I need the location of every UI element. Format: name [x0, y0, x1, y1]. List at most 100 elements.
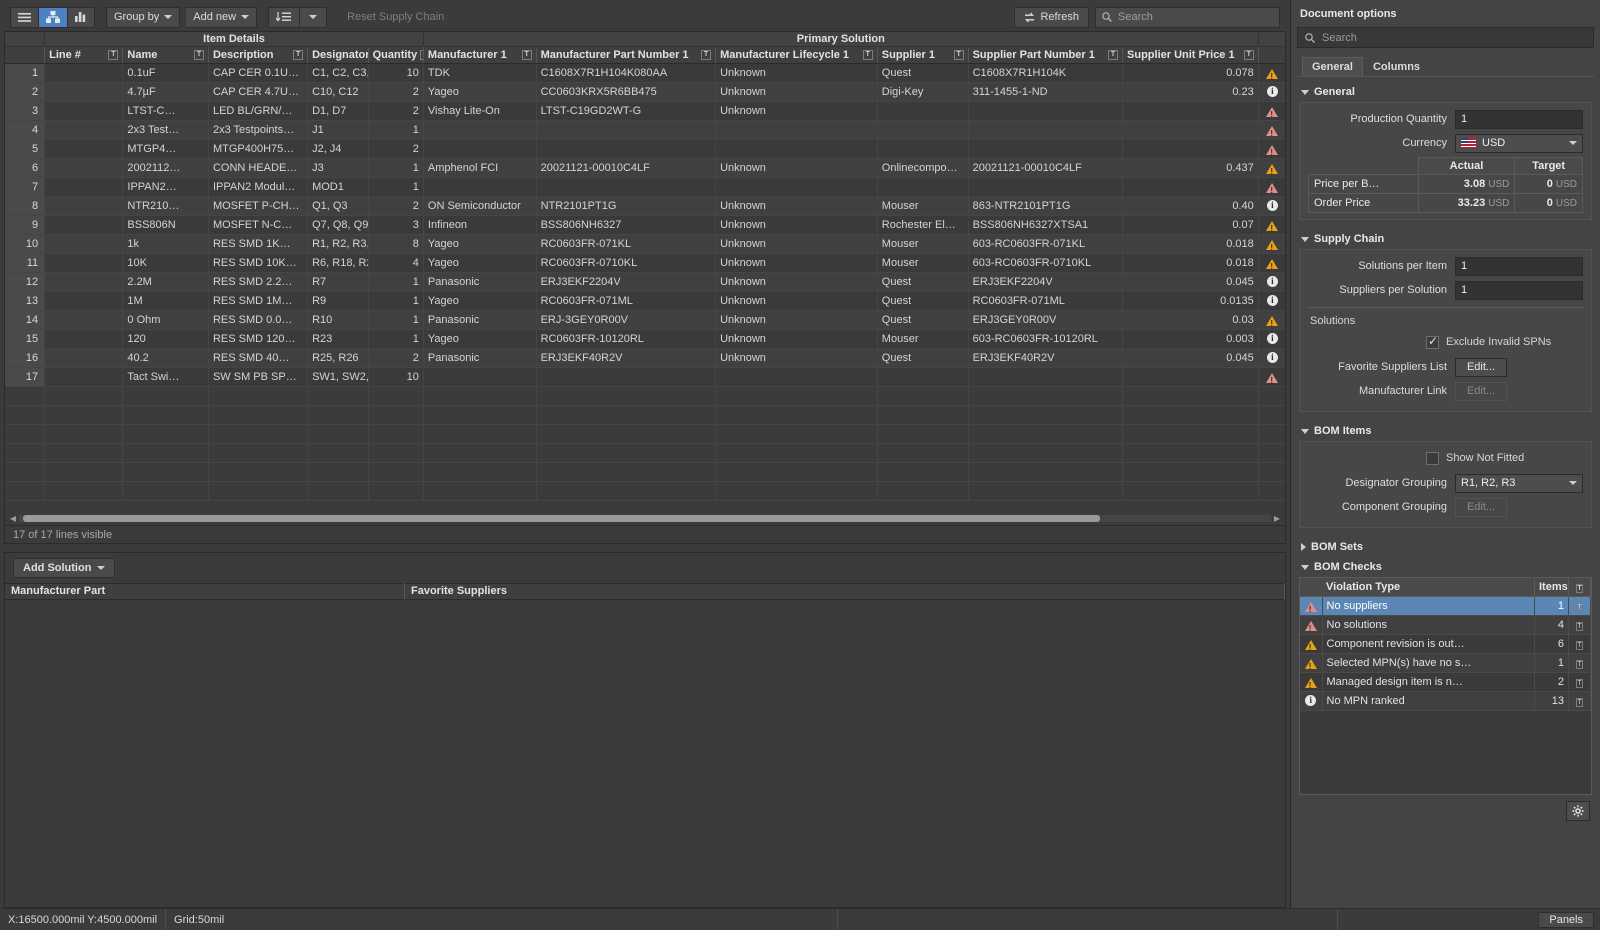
- bom-checks-filter-header[interactable]: T: [1568, 578, 1591, 597]
- production-quantity-input[interactable]: 1: [1455, 109, 1583, 129]
- table-row[interactable]: 10.1uFCAP CER 0.1U…C1, C2, C3, C4…10TDKC…: [5, 63, 1285, 83]
- filter-icon[interactable]: T: [701, 49, 712, 60]
- refresh-button[interactable]: Refresh: [1014, 6, 1089, 28]
- manufacturer-link-edit-button[interactable]: Edit...: [1455, 381, 1507, 401]
- grid-search-input[interactable]: Search: [1095, 6, 1280, 28]
- col-lifecycle[interactable]: Manufacturer Lifecycle 1 T: [715, 46, 878, 64]
- show-not-fitted-checkbox[interactable]: [1426, 451, 1439, 465]
- grid-horizontal-scrollbar[interactable]: ◀ ▶: [5, 512, 1285, 525]
- table-row[interactable]: 12 2.2M RES SMD 2.2… R7 1 Panasonic ERJ3EKF220…: [5, 272, 1285, 292]
- scroll-left-icon[interactable]: ◀: [7, 514, 19, 523]
- chart-view-button[interactable]: [68, 6, 95, 28]
- filter-icon[interactable]: T: [1576, 621, 1583, 631]
- section-bom-checks-header[interactable]: BOM Checks: [1297, 557, 1594, 577]
- filter-icon[interactable]: T: [193, 49, 204, 60]
- designator-grouping-select[interactable]: R1, R2, R3: [1455, 473, 1583, 493]
- bom-check-row[interactable]: No suppliers1T: [1300, 596, 1591, 616]
- bom-grid[interactable]: Item Details Primary Solution Line # T Na…: [4, 31, 1286, 526]
- section-bom-sets-header[interactable]: BOM Sets: [1297, 537, 1594, 557]
- col-name[interactable]: Name T: [122, 46, 209, 64]
- table-row[interactable]: 7 IPPAN2… IPPAN2 Modul… MOD1 1: [5, 177, 1285, 197]
- cell-status-icon[interactable]: i: [1258, 196, 1285, 216]
- filter-icon[interactable]: T: [1576, 583, 1583, 593]
- filter-icon[interactable]: T: [521, 49, 532, 60]
- bom-check-row[interactable]: Selected MPN(s) have no s…1T: [1300, 653, 1591, 673]
- reset-supply-chain-button[interactable]: Reset Supply Chain: [339, 6, 453, 28]
- favorite-suppliers-edit-button[interactable]: Edit...: [1455, 357, 1507, 377]
- filter-icon[interactable]: T: [1576, 640, 1583, 650]
- table-row[interactable]: 3 LTST-C… LED BL/GRN/… D1, D7 2 Vishay Lite-O…: [5, 101, 1285, 121]
- col-spn[interactable]: Supplier Part Number 1 T: [968, 46, 1124, 64]
- filter-icon[interactable]: T: [1243, 49, 1254, 60]
- cell-status-icon[interactable]: [1258, 177, 1285, 197]
- section-supply-chain-header[interactable]: Supply Chain: [1297, 229, 1594, 249]
- bom-check-filter[interactable]: T: [1568, 653, 1591, 673]
- table-row[interactable]: 2 4.7µF CAP CER 4.7U… C10, C12 2 Yageo CC0603K…: [5, 82, 1285, 102]
- bom-check-filter[interactable]: T: [1568, 691, 1591, 711]
- filter-icon[interactable]: T: [108, 49, 119, 60]
- cell-status-icon[interactable]: i: [1258, 348, 1285, 368]
- cell-status-icon[interactable]: [1258, 101, 1285, 121]
- col-quantity[interactable]: QuantityT: [368, 46, 424, 64]
- bom-check-filter[interactable]: T: [1568, 596, 1591, 616]
- sort-dropdown-button[interactable]: [300, 6, 328, 28]
- col-designator[interactable]: DesignatorT: [307, 46, 369, 64]
- bom-check-row[interactable]: i No MPN ranked 13 T: [1300, 691, 1591, 711]
- settings-gear-icon[interactable]: [1566, 801, 1590, 821]
- col-mpn[interactable]: Manufacturer Part Number 1 T: [536, 46, 717, 64]
- table-row[interactable]: 17 Tact Swi…SW SM PB SP…SW1, SW2, S…10: [5, 367, 1285, 387]
- component-grouping-edit-button[interactable]: Edit...: [1455, 497, 1507, 517]
- filter-icon[interactable]: T: [1108, 49, 1119, 60]
- table-row[interactable]: 13 1M RES SMD 1M… R9 1 Yageo RC0603FR-071ML Unk…: [5, 291, 1285, 311]
- scroll-right-icon[interactable]: ▶: [1271, 514, 1283, 523]
- bom-check-row[interactable]: Component revision is out…6T: [1300, 634, 1591, 654]
- table-row[interactable]: 4 2x3 Test… 2x3 Testpoints… J1 1: [5, 120, 1285, 140]
- bom-check-filter[interactable]: T: [1568, 634, 1591, 654]
- supply-chain-view-button[interactable]: [39, 6, 68, 28]
- cell-status-icon[interactable]: [1258, 120, 1285, 140]
- solutions-per-item-input[interactable]: 1: [1455, 256, 1583, 276]
- tab-general[interactable]: General: [1302, 57, 1363, 76]
- add-new-button[interactable]: Add new: [186, 6, 258, 28]
- filter-icon[interactable]: T: [293, 49, 304, 60]
- bom-check-row[interactable]: Managed design item is n…2T: [1300, 672, 1591, 692]
- currency-select[interactable]: USD: [1455, 133, 1583, 153]
- cell-status-icon[interactable]: [1258, 215, 1285, 235]
- table-row[interactable]: 15 120 RES SMD 120… R23 1 Yageo RC0603FR-10120…: [5, 329, 1285, 349]
- cell-status-icon[interactable]: i: [1258, 329, 1285, 349]
- bom-check-filter[interactable]: T: [1568, 672, 1591, 692]
- table-row[interactable]: 16 40.2 RES SMD 40… R25, R26 2 Panasonic ERJ3E…: [5, 348, 1285, 368]
- col-description[interactable]: Description T: [208, 46, 309, 64]
- cell-status-icon[interactable]: i: [1258, 82, 1285, 102]
- table-row[interactable]: 6 2002112… CONN HEADE… J3 1 Amphenol FCI 20021…: [5, 158, 1285, 178]
- col-supplier[interactable]: Supplier 1 T: [877, 46, 969, 64]
- tab-columns[interactable]: Columns: [1363, 57, 1430, 76]
- group-by-button[interactable]: Group by: [106, 6, 181, 28]
- filter-icon[interactable]: T: [953, 49, 964, 60]
- bom-check-filter[interactable]: T: [1568, 615, 1591, 635]
- table-row[interactable]: 5 MTGP4… MTGP400H75… J2, J4 2: [5, 139, 1285, 159]
- filter-icon[interactable]: T: [862, 49, 873, 60]
- bom-checks-table-wrap[interactable]: Violation Type Items T No suppliers1TNo …: [1299, 577, 1592, 795]
- col-unit-price[interactable]: Supplier Unit Price 1 T: [1122, 46, 1259, 64]
- exclude-invalid-spns-checkbox[interactable]: [1426, 334, 1439, 349]
- section-general-header[interactable]: General: [1297, 82, 1594, 102]
- table-row[interactable]: 9 BSS806N MOSFET N-C… Q7, Q8, Q9 3 Infineon BS…: [5, 215, 1285, 235]
- filter-icon[interactable]: T: [1576, 678, 1583, 688]
- add-solution-button[interactable]: Add Solution: [13, 558, 116, 578]
- options-search-input[interactable]: Search: [1297, 27, 1594, 48]
- filter-icon[interactable]: T: [1576, 602, 1583, 612]
- filter-icon[interactable]: T: [1576, 697, 1583, 707]
- cell-status-icon[interactable]: [1258, 158, 1285, 178]
- sort-button[interactable]: [268, 6, 301, 28]
- cell-status-icon[interactable]: [1258, 367, 1285, 387]
- table-row[interactable]: 11 10KRES SMD 10K…R6, R18, R20,…4YageoRC0…: [5, 253, 1285, 273]
- table-row[interactable]: 14 0 Ohm RES SMD 0.0… R10 1 Panasonic ERJ-3GEY…: [5, 310, 1285, 330]
- list-view-button[interactable]: [10, 6, 39, 28]
- table-row[interactable]: 8 NTR210… MOSFET P-CH… Q1, Q3 2 ON Semiconduc…: [5, 196, 1285, 216]
- cell-status-icon[interactable]: i: [1258, 291, 1285, 311]
- cell-status-icon[interactable]: [1258, 139, 1285, 159]
- scroll-track[interactable]: [19, 515, 1271, 522]
- table-row[interactable]: 10 1kRES SMD 1K…R1, R2, R3, R…8YageoRC060…: [5, 234, 1285, 254]
- section-bom-items-header[interactable]: BOM Items: [1297, 421, 1594, 441]
